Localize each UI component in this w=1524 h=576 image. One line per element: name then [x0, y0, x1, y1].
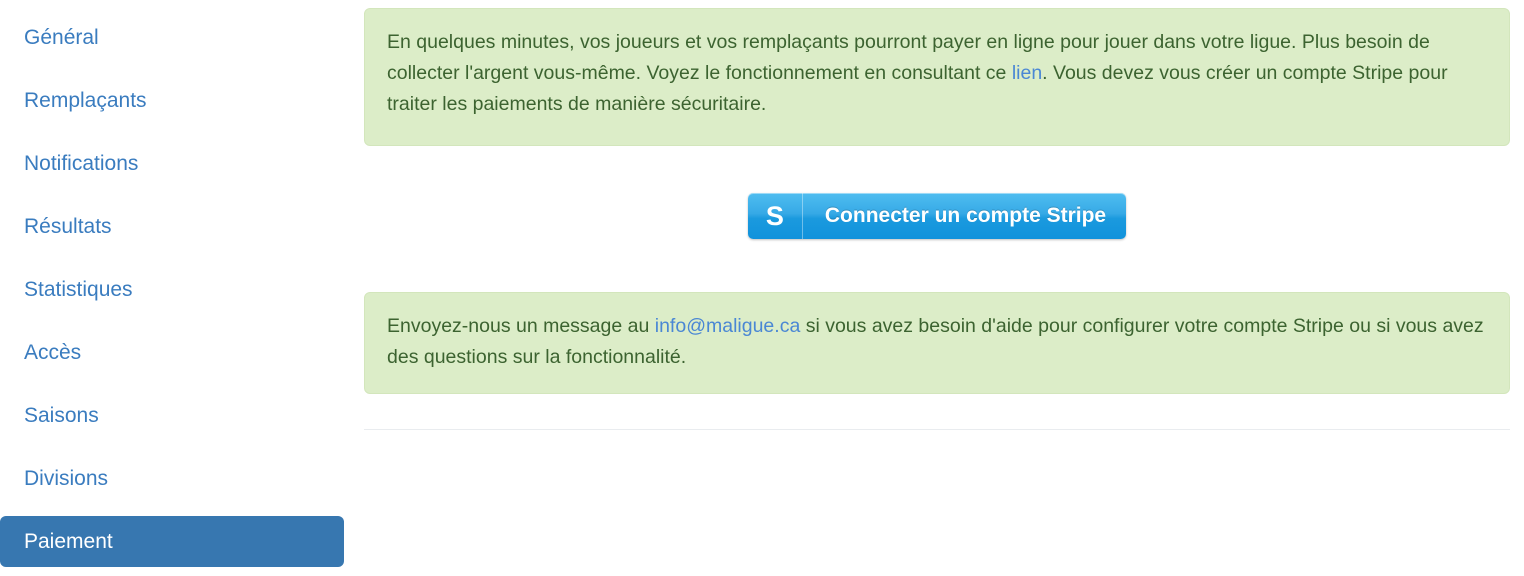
stripe-button-row: S Connecter un compte Stripe	[364, 193, 1510, 239]
stripe-intro-alert: En quelques minutes, vos joueurs et vos …	[364, 8, 1510, 146]
settings-sidebar: Général Remplaçants Notifications Résult…	[0, 0, 344, 576]
stripe-info-link[interactable]: lien	[1012, 62, 1042, 84]
sidebar-item-statistiques[interactable]: Statistiques	[0, 264, 344, 315]
sidebar-item-notifications[interactable]: Notifications	[0, 138, 344, 189]
stripe-logo-icon: S	[748, 193, 803, 239]
connect-stripe-account-label: Connecter un compte Stripe	[824, 204, 1107, 227]
sidebar-item-remplacants[interactable]: Remplaçants	[0, 75, 344, 126]
connect-stripe-account-button[interactable]: S Connecter un compte Stripe	[747, 193, 1127, 239]
stripe-help-text-part1: Envoyez-nous un message au	[387, 315, 655, 337]
stripe-help-alert: Envoyez-nous un message au info@maligue.…	[364, 292, 1510, 394]
sidebar-item-resultats[interactable]: Résultats	[0, 201, 344, 252]
sidebar-item-general[interactable]: Général	[0, 12, 344, 63]
main-content: En quelques minutes, vos joueurs et vos …	[364, 0, 1510, 576]
sidebar-item-saisons[interactable]: Saisons	[0, 390, 344, 441]
sidebar-item-paiement[interactable]: Paiement	[0, 516, 344, 567]
section-divider	[364, 429, 1510, 430]
support-email-link[interactable]: info@maligue.ca	[655, 315, 801, 337]
sidebar-item-divisions[interactable]: Divisions	[0, 453, 344, 504]
sidebar-item-acces[interactable]: Accès	[0, 327, 344, 378]
payment-settings-page: Général Remplaçants Notifications Résult…	[0, 0, 1524, 576]
